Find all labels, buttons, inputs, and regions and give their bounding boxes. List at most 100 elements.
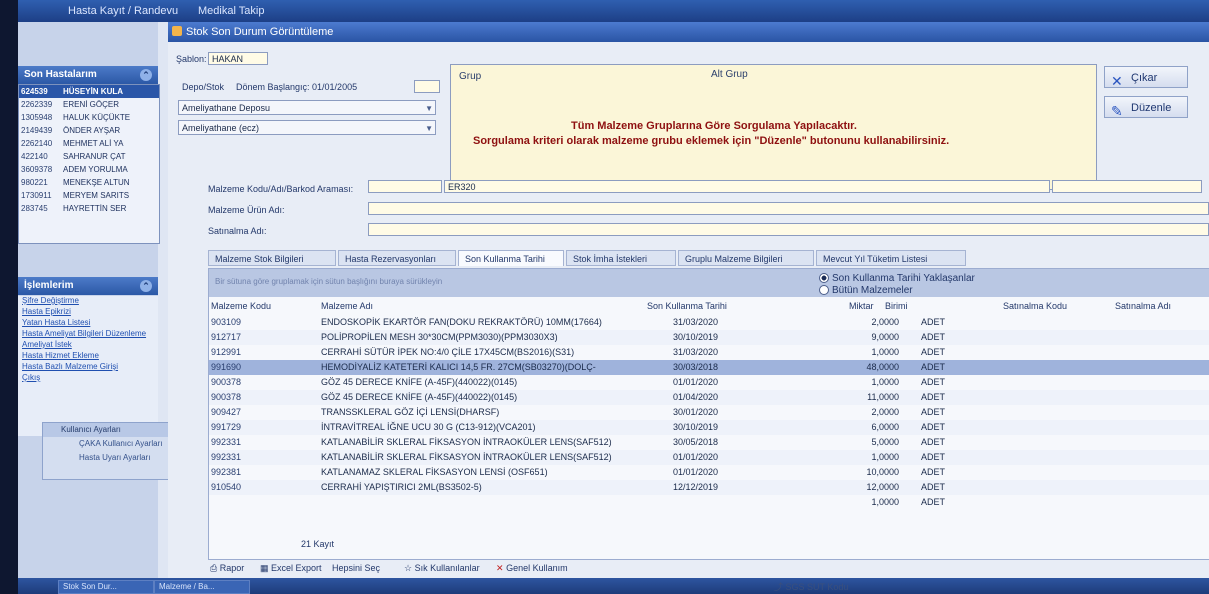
depo-select-1[interactable]: Ameliyathane Deposu ▼ — [178, 100, 436, 115]
cell-unit: ADET — [921, 362, 946, 372]
menu-medikal-takip[interactable]: Medikal Takip — [198, 5, 264, 17]
table-row[interactable]: 912717 POLİPROPİLEN MESH 30*30CM(PPM3030)… — [209, 330, 1209, 345]
print-icon: ⎙ — [210, 563, 218, 573]
chevron-down-icon: ▼ — [425, 124, 433, 133]
excel-icon: ▦ — [260, 563, 269, 573]
top-menu-bar: Hasta Kayıt / Randevu Medikal Takip — [18, 0, 1209, 22]
tab-gruplu[interactable]: Gruplu Malzeme Bilgileri — [678, 250, 814, 266]
patient-row[interactable]: 1730911 MERYEM SARITS — [19, 189, 159, 202]
tab-rezervasyon[interactable]: Hasta Rezervasyonları — [338, 250, 456, 266]
patient-row[interactable]: 3609378 ADEM YORULMA — [19, 163, 159, 176]
urun-input[interactable] — [368, 202, 1209, 215]
depo-select-2[interactable]: Ameliyathane (ecz) ▼ — [178, 120, 436, 135]
table-row[interactable]: 992331 KATLANABİLİR SKLERAL FİKSASYON İNT… — [209, 435, 1209, 450]
settings-hasta-uyari[interactable]: Hasta Uyarı Ayarları — [43, 451, 188, 465]
patient-row[interactable]: 624539 HÜSEYİN KULA — [19, 85, 159, 98]
link-ameliyat-istek[interactable]: Ameliyat İstek — [18, 340, 158, 351]
search-input[interactable]: ER320 — [444, 180, 1050, 193]
patient-row[interactable]: 2149439 ÖNDER AYŞAR — [19, 124, 159, 137]
window-titlebar: Stok Son Durum Görüntüleme — [168, 22, 1209, 42]
expiry-grid: Bir sütuna göre gruplamak için sütun baş… — [208, 268, 1209, 560]
urun-label: Malzeme Ürün Adı: — [208, 205, 285, 215]
tab-imha[interactable]: Stok İmha İstekleri — [566, 250, 676, 266]
cikar-button[interactable]: ✕ Çıkar — [1104, 66, 1188, 89]
table-row[interactable]: 1,0000 ADET — [209, 495, 1209, 510]
excel-export-button[interactable]: ▦ Excel Export — [260, 563, 322, 574]
table-row[interactable]: 991729 İNTRAVİTREAL İĞNE UCU 30 G (C13-91… — [209, 420, 1209, 435]
col-header-sat-name[interactable]: Satınalma Adı — [1115, 301, 1171, 311]
patient-row[interactable]: 2262339 ERENİ GÖÇER — [19, 98, 159, 111]
patient-row[interactable]: 2262140 MEHMET ALİ YA — [19, 137, 159, 150]
sablon-field[interactable]: HAKAN — [208, 52, 268, 65]
tab-stok-bilgileri[interactable]: Malzeme Stok Bilgileri — [208, 250, 336, 266]
table-row[interactable]: 910540 CERRAHİ YAPIŞTIRICI 2ML(BS3502-5) 1… — [209, 480, 1209, 495]
table-row[interactable]: 991690 HEMODİYALİZ KATETERİ KALICI 14,5 F… — [209, 360, 1209, 375]
menu-hasta-kayit[interactable]: Hasta Kayıt / Randevu — [68, 5, 178, 17]
sik-kullanilanlar-button[interactable]: ☆ Sık Kullanılanlar — [404, 563, 480, 574]
task-malzeme[interactable]: Malzeme / Ba... — [154, 580, 250, 594]
recent-patients-list: 624539 HÜSEYİN KULA 2262339 ERENİ GÖÇER 13… — [18, 84, 160, 244]
depo-label: Depo/Stok — [182, 82, 225, 92]
search-extra-field[interactable] — [1052, 180, 1202, 193]
patient-row[interactable]: 422140 SAHRANUR ÇAT — [19, 150, 159, 163]
table-row[interactable]: 900378 GÖZ 45 DERECE KNİFE (A-45F)(440022… — [209, 375, 1209, 390]
cell-name: ENDOSKOPİK EKARTÖR FAN(DOKU REKRAKTÖRÜ) … — [321, 317, 602, 327]
cell-date: 01/01/2020 — [673, 452, 719, 462]
patient-row[interactable]: 1305948 HALUK KÜÇÜKTE — [19, 111, 159, 124]
group-by-bar[interactable]: Bir sütuna göre gruplamak için sütun baş… — [209, 269, 1209, 297]
genel-kullanim-button[interactable]: ✕ Genel Kullanım — [496, 563, 568, 574]
cell-name: CERRAHİ YAPIŞTIRICI 2ML(BS3502-5) — [321, 482, 482, 492]
cell-name: POLİPROPİLEN MESH 30*30CM(PPM3030)(PPM30… — [321, 332, 558, 342]
collapse-icon[interactable]: ⌃ — [140, 69, 152, 81]
col-header-unit[interactable]: Birimi — [885, 301, 908, 311]
rapor-button[interactable]: ⎙ Rapor — [210, 563, 244, 574]
link-hizmet-ekleme[interactable]: Hasta Hizmet Ekleme — [18, 351, 158, 362]
table-row[interactable]: 900378 GÖZ 45 DERECE KNİFE (A-45F)(440022… — [209, 390, 1209, 405]
table-row[interactable]: 903109 ENDOSKOPİK EKARTÖR FAN(DOKU REKRAK… — [209, 315, 1209, 330]
cell-qty: 11,0000 — [867, 392, 899, 402]
search-prefix-field[interactable] — [368, 180, 442, 193]
link-yatan-hasta[interactable]: Yatan Hasta Listesi — [18, 318, 158, 329]
col-header-code[interactable]: Malzeme Kodu — [211, 301, 271, 311]
satinalma-input[interactable] — [368, 223, 1209, 236]
patient-row[interactable]: 980221 MENEKŞE ALTUN — [19, 176, 159, 189]
col-header-qty[interactable]: Miktar — [849, 301, 874, 311]
cell-name: HEMODİYALİZ KATETERİ KALICI 14,5 FR. 27C… — [321, 362, 596, 372]
cell-code: 912991 — [211, 347, 242, 357]
cell-code: 991690 — [211, 362, 242, 372]
period-field[interactable] — [414, 80, 440, 93]
hepsini-sec-button[interactable]: Hepsini Seç — [332, 563, 380, 573]
table-row[interactable]: 909427 TRANSSKLERAL GÖZ İÇİ LENSİ(DHARSF)… — [209, 405, 1209, 420]
col-header-sat-code[interactable]: Satınalma Kodu — [1003, 301, 1067, 311]
settings-caka[interactable]: ÇAKA Kullanıcı Ayarları — [43, 437, 188, 451]
patients-header: Son Hastalarım ⌃ — [18, 66, 158, 84]
link-malzeme-girisi[interactable]: Hasta Bazlı Malzeme Girişi — [18, 362, 158, 373]
link-sifre[interactable]: Şifre Değiştirme — [18, 296, 158, 307]
cell-code: 909427 — [211, 407, 242, 417]
tab-son-kullanma[interactable]: Son Kullanma Tarihi — [458, 250, 564, 266]
radio-butun[interactable]: Bütün Malzemeler — [819, 285, 913, 296]
cell-code: 991729 — [211, 422, 242, 432]
collapse-icon[interactable]: ⌃ — [140, 280, 152, 292]
link-cikis[interactable]: Çıkış — [18, 373, 158, 384]
cell-code: 910540 — [211, 482, 242, 492]
link-ameliyat-duzenleme[interactable]: Hasta Ameliyat Bilgileri Düzenleme — [18, 329, 158, 340]
cell-name: TRANSSKLERAL GÖZ İÇİ LENSİ(DHARSF) — [321, 407, 500, 417]
link-epikriz[interactable]: Hasta Epikrizi — [18, 307, 158, 318]
duzenle-button[interactable]: ✎ Düzenle — [1104, 96, 1188, 119]
cell-unit: ADET — [921, 407, 946, 417]
tab-tuketim[interactable]: Mevcut Yıl Tüketim Listesi — [816, 250, 966, 266]
table-row[interactable]: 992331 KATLANABİLİR SKLERAL FİKSASYON İNT… — [209, 450, 1209, 465]
cell-date: 30/10/2019 — [673, 422, 719, 432]
table-row[interactable]: 992381 KATLANAMAZ SKLERAL FİKSASYON LENSİ… — [209, 465, 1209, 480]
patient-row[interactable]: 283745 HAYRETTİN SER — [19, 202, 159, 215]
col-header-name[interactable]: Malzeme Adı — [321, 301, 373, 311]
task-stok-son-durum[interactable]: Stok Son Dur... — [58, 580, 154, 594]
col-header-date[interactable]: Son Kullanma Tarihi — [647, 301, 727, 311]
cell-qty: 6,0000 — [871, 422, 899, 432]
group-hint: Bir sütuna göre gruplamak için sütun baş… — [215, 277, 443, 286]
radio-yaklasanlar[interactable]: Son Kullanma Tarihi Yaklaşanlar — [819, 273, 975, 284]
cell-unit: ADET — [921, 437, 946, 447]
table-row[interactable]: 912991 CERRAHİ SÜTÜR İPEK NO:4/0 ÇİLE 17X… — [209, 345, 1209, 360]
cell-name: KATLANAMAZ SKLERAL FİKSASYON LENSİ (OSF6… — [321, 467, 548, 477]
